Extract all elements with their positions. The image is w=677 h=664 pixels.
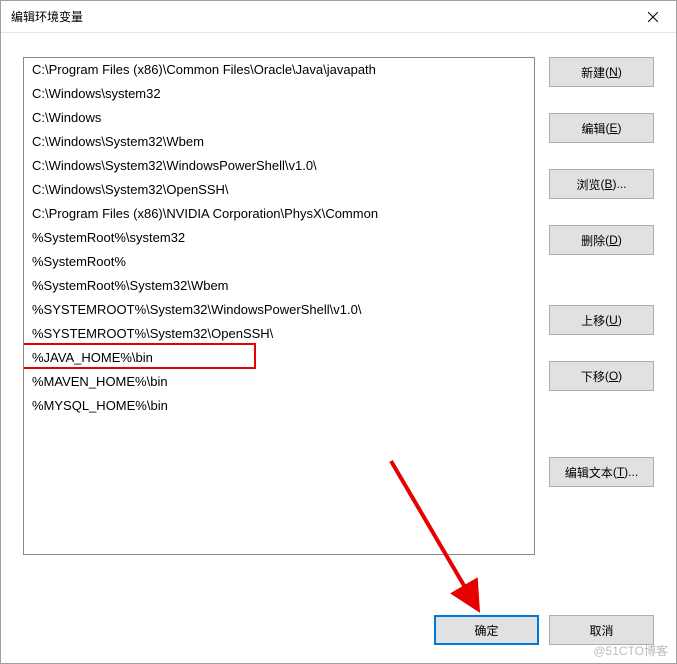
browse-button[interactable]: 浏览(B)... [549, 169, 654, 199]
list-item[interactable]: C:\Windows\System32\Wbem [24, 130, 534, 154]
close-button[interactable] [630, 2, 676, 32]
list-item[interactable]: C:\Windows [24, 106, 534, 130]
ok-button[interactable]: 确定 [434, 615, 539, 645]
list-item[interactable]: %SystemRoot%\System32\Wbem [24, 274, 534, 298]
path-listbox[interactable]: C:\Program Files (x86)\Common Files\Orac… [23, 57, 535, 555]
list-item[interactable]: C:\Program Files (x86)\Common Files\Orac… [24, 58, 534, 82]
list-item[interactable]: C:\Windows\system32 [24, 82, 534, 106]
list-item[interactable]: %SystemRoot% [24, 250, 534, 274]
list-item[interactable]: %SystemRoot%\system32 [24, 226, 534, 250]
new-button[interactable]: 新建(N) [549, 57, 654, 87]
list-item[interactable]: %SYSTEMROOT%\System32\WindowsPowerShell\… [24, 298, 534, 322]
delete-button[interactable]: 删除(D) [549, 225, 654, 255]
moveup-button[interactable]: 上移(U) [549, 305, 654, 335]
list-item[interactable]: C:\Program Files (x86)\NVIDIA Corporatio… [24, 202, 534, 226]
list-item[interactable]: %SYSTEMROOT%\System32\OpenSSH\ [24, 322, 534, 346]
list-item[interactable]: %MAVEN_HOME%\bin [24, 370, 534, 394]
cancel-button[interactable]: 取消 [549, 615, 654, 645]
list-item[interactable]: %JAVA_HOME%\bin [24, 346, 534, 370]
watermark: @51CTO博客 [593, 642, 668, 659]
movedown-button[interactable]: 下移(O) [549, 361, 654, 391]
list-item[interactable]: C:\Windows\System32\OpenSSH\ [24, 178, 534, 202]
titlebar: 编辑环境变量 [1, 1, 676, 33]
edit-button[interactable]: 编辑(E) [549, 113, 654, 143]
edittext-button[interactable]: 编辑文本(T)... [549, 457, 654, 487]
close-icon [648, 12, 658, 22]
dialog-footer: 确定 取消 [434, 615, 654, 645]
window-title: 编辑环境变量 [11, 8, 83, 25]
side-button-column: 新建(N) 编辑(E) 浏览(B)... 删除(D) 上移(U) 下移(O) 编… [549, 57, 654, 555]
list-item[interactable]: %MYSQL_HOME%\bin [24, 394, 534, 418]
dialog-content: C:\Program Files (x86)\Common Files\Orac… [1, 33, 676, 575]
list-item[interactable]: C:\Windows\System32\WindowsPowerShell\v1… [24, 154, 534, 178]
